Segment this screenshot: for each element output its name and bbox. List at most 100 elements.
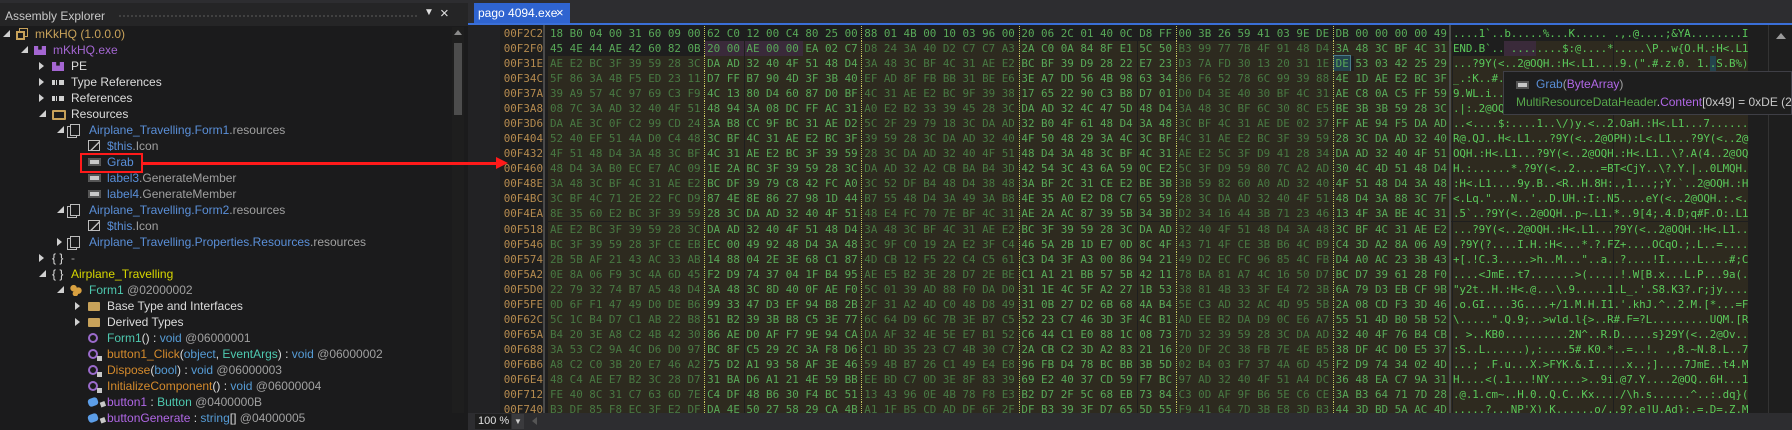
tree-item[interactable]: button1_Click(object, EventArgs) : void … — [0, 346, 450, 362]
collapsed-triangle-icon[interactable] — [75, 302, 80, 310]
ascii-char[interactable]: 1 — [1741, 371, 1748, 387]
panel-close-icon[interactable]: × — [440, 5, 449, 22]
hex-bytes[interactable]: AE E2 BC 3F 39 59 28 3C DA AD 32 40 4F 5… — [550, 56, 1447, 71]
hex-bytes[interactable]: 3A 53 C2 9A 4C D6 D0 97 BC 8F C5 29 2C 3… — [550, 342, 1447, 357]
hex-bytes[interactable]: FE 40 8C 31 C7 63 6D 7E C4 DF 48 B6 30 F… — [550, 387, 1447, 402]
tree-item[interactable]: mKkHQ (1.0.0.0) — [0, 26, 450, 42]
expanded-triangle-icon[interactable] — [57, 286, 64, 293]
ascii-char[interactable]: . — [1741, 116, 1748, 132]
collapsed-triangle-icon[interactable] — [75, 318, 80, 326]
hex-bytes[interactable]: B3 DF 85 F8 EC 3F E2 DF DA 4E 50 27 58 2… — [550, 402, 1447, 413]
ascii-char[interactable]: . — [1741, 236, 1748, 252]
ascii-char[interactable]: . — [1741, 266, 1748, 282]
ascii-char[interactable]: C — [1741, 251, 1748, 267]
tree-item[interactable]: Type References — [0, 74, 450, 90]
hex-bytes[interactable]: DA AE 3C 0F C2 99 CD 24 3A B8 CC 9F BC 3… — [550, 116, 1447, 131]
hex-bytes[interactable]: 0E 8A 06 F9 3C 4A 6D 45 F2 D9 74 37 04 1… — [550, 267, 1447, 282]
tree-item[interactable]: - — [0, 250, 450, 266]
scroll-up-icon[interactable] — [1776, 33, 1786, 39]
ascii-char[interactable]: M — [1741, 402, 1748, 413]
expanded-triangle-icon[interactable] — [57, 126, 64, 133]
tree-item[interactable]: buttonGenerate : string[] @04000005 — [0, 410, 450, 426]
tab-pago-4094-exe[interactable]: pago 4094.exe × — [474, 3, 570, 23]
tree-item[interactable]: Base Type and Interfaces — [0, 298, 450, 314]
ascii-char[interactable]: ) — [1741, 56, 1748, 72]
hex-bytes[interactable]: 0D 6F F1 47 49 D0 DE B6 99 33 47 D3 EF 9… — [550, 297, 1447, 312]
panel-drag-grip[interactable] — [118, 14, 418, 19]
tree-item[interactable]: Derived Types — [0, 314, 450, 330]
scroll-up-icon[interactable] — [454, 30, 462, 35]
tree-item[interactable]: InitializeComponent() : void @06000004 — [0, 378, 450, 394]
refs-icon — [52, 80, 64, 85]
ascii-char[interactable]: 7 — [1741, 341, 1748, 357]
collapsed-triangle-icon[interactable] — [57, 238, 62, 246]
tree-item[interactable]: PE — [0, 58, 450, 74]
tree-item[interactable]: Airplane_Travelling — [0, 266, 450, 282]
hex-bytes[interactable]: 48 D4 3A B0 EC E7 AC 09 1E 2A BC 3F 39 5… — [550, 161, 1447, 176]
hex-bytes[interactable]: 45 4E 44 AE 42 60 82 0B 20 00 AE 00 00 E… — [550, 41, 1447, 56]
hscroll-left-icon[interactable] — [532, 417, 537, 425]
tree-item[interactable]: $this.Icon — [0, 218, 450, 234]
ascii-char[interactable]: @ — [1741, 131, 1748, 147]
tree-item[interactable]: Form1 @02000002 — [0, 282, 450, 298]
ascii-char[interactable]: . — [1741, 326, 1748, 342]
ascii-char[interactable]: . — [1741, 221, 1748, 237]
collapsed-triangle-icon[interactable] — [39, 254, 44, 262]
panel-menu-dropdown-icon[interactable]: ▼ — [424, 7, 434, 18]
ascii-char[interactable]: . — [1741, 281, 1748, 297]
expanded-triangle-icon[interactable] — [21, 46, 28, 53]
collapsed-triangle-icon[interactable] — [39, 78, 44, 86]
tab-close-icon[interactable]: × — [556, 3, 564, 23]
hex-bytes[interactable]: B4 20 3E A8 C2 4B 42 30 86 AE D0 AF F7 9… — [550, 327, 1447, 342]
tree-item[interactable]: Resources — [0, 106, 450, 122]
ascii-char[interactable]: H — [1741, 176, 1748, 192]
hex-bytes[interactable]: AE E2 BC 3F 39 59 28 3C DA AD 32 40 4F 5… — [550, 222, 1447, 237]
hex-bytes[interactable]: 48 C4 AE E7 B2 3C 28 D7 31 BA D6 A1 21 4… — [550, 372, 1447, 387]
tree-item[interactable]: References — [0, 90, 450, 106]
hex-bytes[interactable]: 5F 86 3A 4B F5 ED 23 11 D7 FF B7 90 4D 3… — [550, 71, 1447, 86]
expanded-triangle-icon[interactable] — [39, 270, 46, 277]
expanded-triangle-icon[interactable] — [57, 206, 64, 213]
ascii-char[interactable]: . — [1741, 191, 1748, 207]
tree-item[interactable]: mKkHQ.exe — [0, 42, 450, 58]
tree-item[interactable]: button1 : Button @0400000B — [0, 394, 450, 410]
tree-item[interactable]: Airplane_Travelling.Properties.Resources… — [0, 234, 450, 250]
ascii-char[interactable]: I — [1742, 26, 1749, 41]
collapsed-triangle-icon[interactable] — [39, 62, 44, 70]
hex-bytes[interactable]: 2B 5B AF 21 43 AC 33 AB 14 88 04 2E 3E 6… — [550, 252, 1447, 267]
hex-bytes[interactable]: 39 A9 57 4C 97 69 C3 F9 4C 13 80 D4 60 8… — [550, 86, 1447, 101]
hex-bytes[interactable]: 8E 35 60 E2 BC 3F 39 59 28 3C DA AD 32 4… — [550, 206, 1447, 221]
hex-bytes[interactable]: 18 B0 04 00 31 60 09 00 62 C0 12 00 C4 8… — [550, 26, 1447, 41]
ascii-char[interactable]: 1 — [1741, 41, 1748, 57]
ascii-char[interactable]: . — [1741, 161, 1748, 177]
zoom-level-combobox[interactable]: 100 % — [475, 414, 511, 429]
expanded-triangle-icon[interactable] — [3, 30, 10, 37]
hex-bytes[interactable]: BC 3F 39 59 28 3F CE EB EC 00 49 92 48 D… — [550, 237, 1447, 252]
hex-bytes[interactable]: 3C BF 4C 71 2E 22 FC D9 87 4E 8E 86 27 9… — [550, 191, 1447, 206]
tree-item[interactable]: label4.GenerateMember — [0, 186, 450, 202]
hex-bytes[interactable]: 52 40 EF 51 4A D0 C4 48 3C BF 4C 31 AE E… — [550, 131, 1447, 146]
ascii-char[interactable]: M — [1741, 356, 1748, 372]
tree-item[interactable]: $this.Icon — [0, 138, 450, 154]
tree-item[interactable]: Airplane_Travelling.Form1.resources — [0, 122, 450, 138]
hex-bytes[interactable]: 08 7C 3A AD 32 40 4F 51 48 94 3A 08 DC F… — [550, 101, 1447, 116]
ascii-char[interactable]: R — [1741, 311, 1748, 327]
tree-item[interactable]: label3.GenerateMember — [0, 170, 450, 186]
zoom-dropdown-icon[interactable]: ▼ — [512, 414, 524, 429]
ascii-char[interactable]: Q — [1741, 146, 1748, 162]
ascii-char[interactable]: ( — [1741, 386, 1748, 402]
expanded-triangle-icon[interactable] — [39, 110, 46, 117]
tree-scrollbar[interactable] — [452, 27, 464, 413]
hex-bytes[interactable]: 5C 1C B4 D7 C1 AB 22 B8 51 B2 39 3B B8 C… — [550, 312, 1447, 327]
tree-item[interactable]: Form1() : void @06000001 — [0, 330, 450, 346]
ascii-char[interactable]: 1 — [1741, 206, 1748, 222]
tree-item[interactable]: Dispose(bool) : void @06000003 — [0, 362, 450, 378]
scroll-thumb[interactable] — [454, 43, 462, 115]
tree-item[interactable]: Airplane_Travelling.Form2.resources — [0, 202, 450, 218]
hex-bytes[interactable]: 4F 51 48 D4 3A 48 3C BF 4C 31 AE E2 BC 3… — [550, 146, 1447, 161]
hex-bytes[interactable]: A8 C2 C0 3B 20 E7 46 A2 75 D2 A1 93 58 A… — [550, 357, 1447, 372]
collapsed-triangle-icon[interactable] — [39, 94, 44, 102]
hex-bytes[interactable]: 22 79 32 74 B7 A5 48 D4 3A 48 3C 8D 40 0… — [550, 282, 1447, 297]
ascii-char[interactable]: F — [1741, 296, 1748, 312]
hex-bytes[interactable]: 3A 48 3C BF 4C 31 AE E2 BC DF 39 79 C8 4… — [550, 176, 1447, 191]
